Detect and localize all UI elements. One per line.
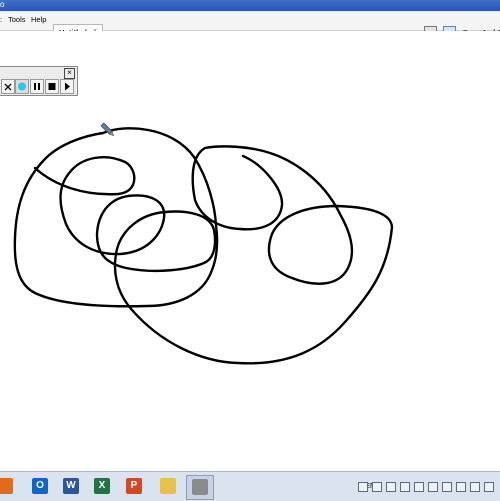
- tray-cloud-icon[interactable]: [428, 482, 438, 492]
- pause-button[interactable]: [30, 79, 44, 94]
- drawing-layer: [13, 122, 394, 365]
- tray-security-icon[interactable]: [400, 482, 410, 492]
- taskbar-outlook[interactable]: O: [27, 475, 53, 498]
- taskbar-whiteboard-app[interactable]: [186, 475, 214, 500]
- close-icon[interactable]: ×: [64, 68, 75, 79]
- taskbar-word[interactable]: W: [58, 475, 84, 498]
- taskbar-excel[interactable]: X: [89, 475, 115, 498]
- pause-icon: [34, 83, 40, 90]
- stop-button[interactable]: [45, 79, 59, 94]
- play-button[interactable]: [60, 79, 74, 94]
- window-title: o: [0, 0, 5, 9]
- tray-network-icon[interactable]: [358, 482, 368, 492]
- menu-bar: : Tools Help Untitled × Page 1 of 1: [0, 11, 500, 41]
- menu-help[interactable]: Help: [31, 15, 46, 24]
- recorder-toolbar[interactable]: ×: [0, 66, 78, 96]
- ink-stroke: [33, 145, 394, 365]
- powerpoint-icon: P: [126, 478, 142, 494]
- whiteboard-canvas[interactable]: [0, 31, 500, 471]
- taskbar-media-player[interactable]: [0, 475, 18, 498]
- record-icon: [18, 82, 26, 91]
- tray-update-icon[interactable]: [414, 482, 424, 492]
- folder-icon: [160, 478, 176, 494]
- outlook-icon: O: [32, 478, 48, 494]
- taskbar-powerpoint[interactable]: P: [121, 475, 147, 498]
- tray-volume-icon[interactable]: [484, 482, 494, 492]
- play-icon: [65, 82, 70, 91]
- word-icon: W: [63, 478, 79, 494]
- title-bar: o: [0, 0, 500, 11]
- taskbar-folder[interactable]: [155, 475, 181, 498]
- record-button[interactable]: [15, 79, 29, 94]
- x-icon: [4, 83, 12, 91]
- menu-tools[interactable]: Tools: [8, 15, 26, 24]
- toolbar-close-button[interactable]: [1, 79, 15, 94]
- tray-notification-icon[interactable]: [442, 482, 452, 492]
- excel-icon: X: [94, 478, 110, 494]
- media-player-icon: [0, 478, 13, 494]
- whiteboard-app-icon: [192, 479, 208, 495]
- taskbar: O W X P EN: [0, 471, 500, 501]
- tray-chrome-icon[interactable]: [386, 482, 396, 492]
- tray-skype-icon[interactable]: [372, 482, 382, 492]
- tray-power-icon[interactable]: [456, 482, 466, 492]
- tray-signal-icon[interactable]: [470, 482, 480, 492]
- menu-view[interactable]: :: [0, 15, 2, 24]
- stop-icon: [48, 83, 56, 90]
